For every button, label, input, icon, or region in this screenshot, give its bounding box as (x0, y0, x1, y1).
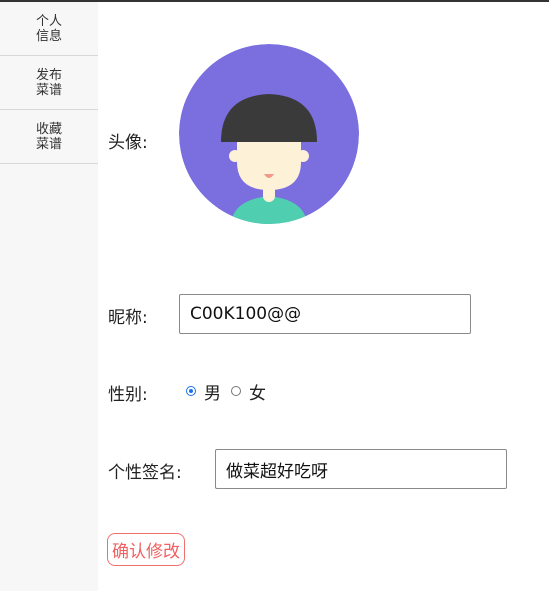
nickname-label: 昵称: (108, 308, 148, 328)
gender-option-female[interactable]: 女 (231, 379, 266, 404)
sidebar: 个人信息 发布菜谱 收藏菜谱 (0, 2, 98, 591)
gender-option-male[interactable]: 男 (186, 379, 221, 404)
gender-option-label: 男 (204, 383, 221, 404)
avatar[interactable] (179, 44, 359, 224)
confirm-button[interactable]: 确认修改 (107, 533, 185, 566)
radio-checked-icon[interactable] (186, 386, 196, 396)
nickname-input[interactable] (179, 294, 471, 334)
sidebar-item-favorite-recipes[interactable]: 收藏菜谱 (0, 110, 98, 164)
gender-radio-group: 男 女 (186, 378, 276, 404)
radio-unchecked-icon[interactable] (231, 386, 241, 396)
sidebar-item-publish-recipe[interactable]: 发布菜谱 (0, 56, 98, 110)
sidebar-item-label: 个人信息 (35, 13, 62, 44)
signature-label: 个性签名: (108, 463, 182, 483)
avatar-label: 头像: (108, 133, 148, 153)
profile-form: 头像: 昵称: 性别: 男 女 (98, 2, 549, 591)
signature-input[interactable] (215, 449, 507, 489)
sidebar-item-label: 收藏菜谱 (35, 121, 62, 152)
sidebar-item-profile[interactable]: 个人信息 (0, 2, 98, 56)
sidebar-item-label: 发布菜谱 (35, 67, 62, 98)
gender-label: 性别: (108, 385, 148, 405)
gender-option-label: 女 (249, 383, 266, 404)
